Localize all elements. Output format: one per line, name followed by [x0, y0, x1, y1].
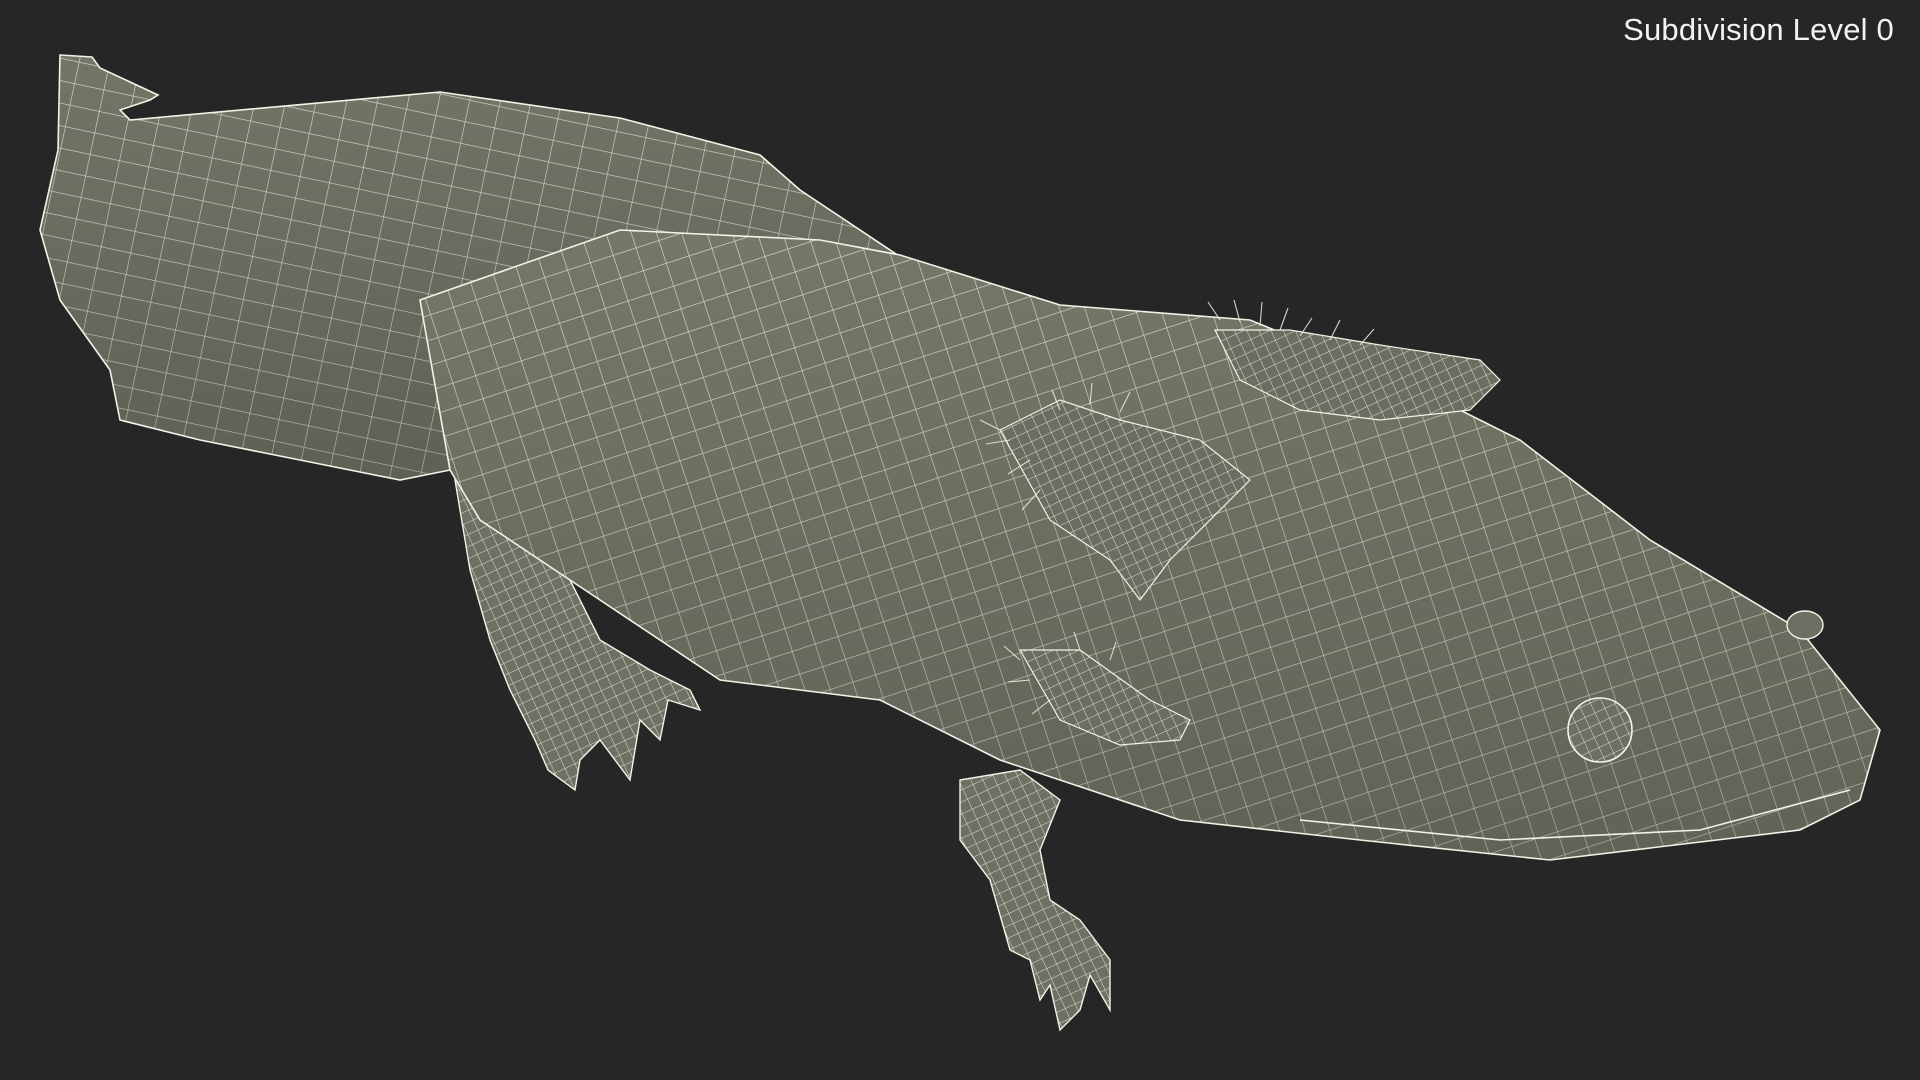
- fore-leg-mesh: [959, 769, 1111, 1031]
- 3d-viewport[interactable]: Subdivision Level 0: [0, 0, 1920, 1080]
- subdivision-level-label: Subdivision Level 0: [1623, 12, 1894, 47]
- model-render: [39, 54, 1881, 1031]
